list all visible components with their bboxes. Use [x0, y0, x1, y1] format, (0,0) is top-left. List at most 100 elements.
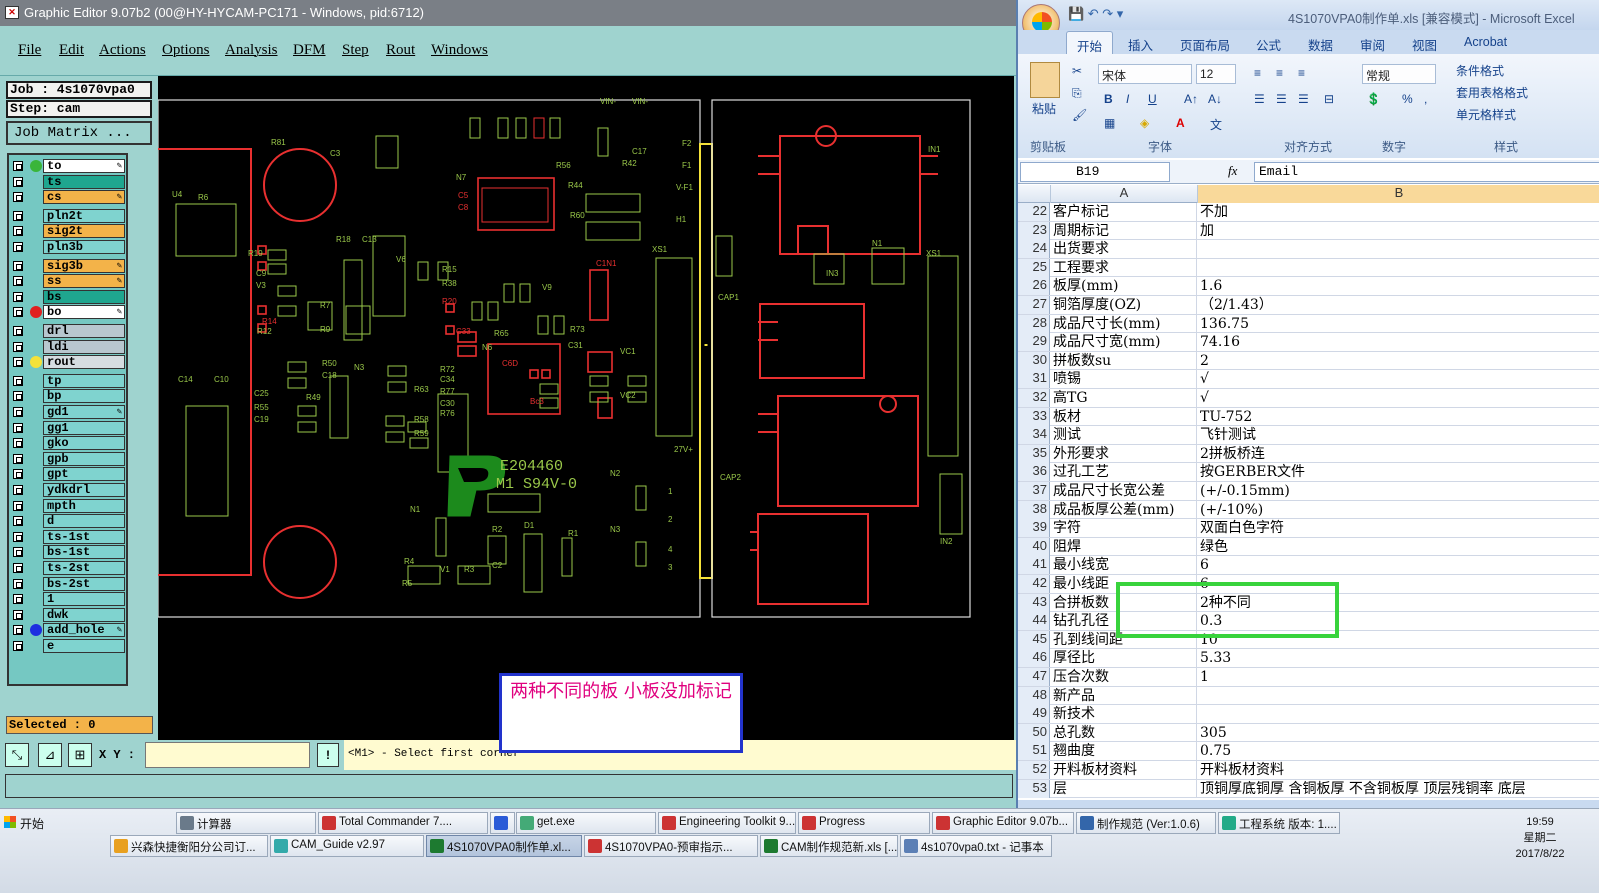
measure-icon[interactable]: ⊿ [38, 743, 62, 767]
layer-checkbox[interactable] [13, 326, 23, 336]
cell-a[interactable]: 周期标记 [1051, 221, 1197, 240]
system-clock[interactable]: 19:59 星期二 2017/8/22 [1490, 814, 1590, 874]
row-number[interactable]: 27 [1018, 296, 1050, 314]
layer-name[interactable]: gko [43, 436, 125, 451]
taskbar-item[interactable]: 4S1070VPA0-预审指示... [584, 835, 758, 857]
layer-row-gd1[interactable]: gd1 ✎ [9, 405, 126, 419]
layer-name[interactable]: tp [43, 373, 125, 388]
layer-name[interactable]: ts [43, 174, 125, 189]
cell-b[interactable]: 305 [1198, 724, 1599, 742]
cell-a[interactable]: 板材 [1051, 407, 1197, 426]
cell-a[interactable]: 字符 [1051, 519, 1197, 538]
layer-name[interactable]: dwk [43, 607, 125, 622]
layer-name[interactable]: bp [43, 389, 125, 404]
row-number[interactable]: 37 [1018, 482, 1050, 500]
layer-row-ts-1st[interactable]: ts-1st [9, 529, 126, 544]
layer-checkbox[interactable] [13, 357, 23, 368]
align-center-icon[interactable]: ☰ [1276, 92, 1287, 106]
cell-a[interactable]: 出货要求 [1051, 240, 1197, 259]
row-number[interactable]: 24 [1018, 240, 1050, 259]
graphic-editor-titlebar[interactable]: ✕ Graphic Editor 9.07b2 (00@HY-HYCAM-PC1… [0, 0, 1016, 26]
tab-insert[interactable]: 插入 [1128, 35, 1153, 54]
row-number[interactable]: 30 [1018, 351, 1050, 370]
taskbar-item[interactable]: 兴森快捷衡阳分公司订... [110, 835, 268, 857]
layer-name[interactable]: bo ✎ [43, 305, 125, 320]
menu-actions[interactable]: Actions [99, 42, 146, 59]
layer-row-bs-2st[interactable]: bs-2st [9, 576, 126, 591]
cell-a[interactable]: 铜箔厚度(OZ) [1051, 296, 1197, 314]
layer-row-sig2t[interactable]: sig2t [9, 224, 126, 239]
grid-icon[interactable]: ⊞ [68, 743, 92, 767]
layer-row-to[interactable]: to ✎ [9, 159, 126, 173]
layer-name[interactable]: ts-2st [43, 561, 125, 575]
align-top-icon[interactable]: ≡ [1254, 66, 1261, 80]
row-number[interactable]: 42 [1018, 575, 1050, 593]
cell-a[interactable]: 新产品 [1051, 686, 1197, 705]
row-number[interactable]: 32 [1018, 389, 1050, 407]
menu-edit[interactable]: Edit [59, 42, 84, 59]
tab-data[interactable]: 数据 [1308, 35, 1333, 54]
row-number[interactable]: 47 [1018, 668, 1050, 686]
cell-a[interactable]: 翘曲度 [1051, 742, 1197, 761]
taskbar-item[interactable]: 制作规范 (Ver:1.0.6) [1076, 812, 1216, 834]
layer-name[interactable]: gpb [43, 451, 125, 466]
layer-row-d[interactable]: d [9, 514, 126, 529]
layer-row-drl[interactable]: drl [9, 324, 126, 338]
layer-name[interactable]: bs-1st [43, 545, 125, 560]
layer-row-rout[interactable]: rout [9, 355, 126, 370]
taskbar-item[interactable]: CAM制作规范新.xls [... [760, 835, 898, 857]
layer-name[interactable]: bs [43, 289, 125, 304]
layer-name[interactable]: cs ✎ [43, 190, 125, 205]
layer-checkbox[interactable] [13, 210, 23, 221]
layer-name[interactable]: pln2t [43, 208, 125, 223]
cell-b[interactable]: 顶铜厚底铜厚 含铜板厚 不含铜板厚 顶层残铜率 底层 [1198, 780, 1599, 798]
layer-row-add_hole[interactable]: add_hole ✎ [9, 623, 126, 638]
grow-font-icon[interactable]: A↑ [1184, 92, 1198, 106]
cell-a[interactable]: 工程要求 [1051, 258, 1197, 277]
layer-checkbox[interactable] [13, 192, 23, 203]
layer-checkbox[interactable] [13, 226, 23, 237]
layer-name[interactable]: ss ✎ [43, 274, 125, 289]
cell-a[interactable]: 高TG [1051, 389, 1197, 407]
layer-checkbox[interactable] [13, 641, 23, 651]
row-number[interactable]: 34 [1018, 426, 1050, 445]
tab-formulas[interactable]: 公式 [1256, 35, 1281, 54]
cell-a[interactable]: 厚径比 [1051, 649, 1197, 668]
italic-icon[interactable]: I [1126, 92, 1129, 106]
select-all-corner[interactable] [1018, 185, 1051, 203]
layer-row-ts-2st[interactable]: ts-2st [9, 561, 126, 575]
layer-row-gko[interactable]: gko [9, 436, 126, 451]
layer-row-bs-1st[interactable]: bs-1st [9, 545, 126, 560]
row-number[interactable]: 38 [1018, 500, 1050, 519]
taskbar-item[interactable]: 计算器 [176, 812, 316, 834]
layer-name[interactable]: d [43, 514, 125, 529]
cell-b[interactable] [1198, 687, 1599, 705]
layer-checkbox[interactable] [13, 375, 23, 386]
row-number[interactable]: 28 [1018, 314, 1050, 333]
layer-name[interactable]: drl [43, 324, 125, 338]
format-painter-icon[interactable]: 🖌 [1072, 108, 1087, 122]
row-number[interactable]: 25 [1018, 258, 1050, 277]
layer-row-ts[interactable]: ts [9, 174, 126, 189]
layer-checkbox[interactable] [13, 625, 23, 636]
cell-b[interactable]: 1.6 [1198, 277, 1599, 295]
taskbar-item[interactable]: CAM_Guide v2.97 [270, 835, 424, 857]
cell-b[interactable]: 0.75 [1198, 742, 1599, 760]
layer-checkbox[interactable] [13, 291, 23, 302]
taskbar-item[interactable]: 4s1070vpa0.txt - 记事本 [900, 835, 1052, 857]
layer-checkbox[interactable] [13, 260, 23, 271]
row-number[interactable]: 31 [1018, 370, 1050, 389]
cell-a[interactable]: 测试 [1051, 426, 1197, 445]
row-number[interactable]: 46 [1018, 649, 1050, 668]
layer-name[interactable]: gpt [43, 467, 125, 482]
xy-input[interactable] [145, 742, 310, 768]
bold-icon[interactable]: B [1104, 92, 1113, 106]
currency-icon[interactable]: 💲 [1366, 92, 1381, 106]
layer-checkbox[interactable] [13, 391, 23, 402]
layer-name[interactable]: gd1 ✎ [43, 405, 125, 419]
font-size-select[interactable]: 12 [1196, 64, 1236, 84]
zoom-fit-icon[interactable]: ⤡ [5, 743, 29, 767]
layer-row-ldi[interactable]: ldi [9, 339, 126, 354]
layer-name[interactable]: ts-1st [43, 529, 125, 544]
cell-b[interactable]: 绿色 [1198, 538, 1599, 556]
